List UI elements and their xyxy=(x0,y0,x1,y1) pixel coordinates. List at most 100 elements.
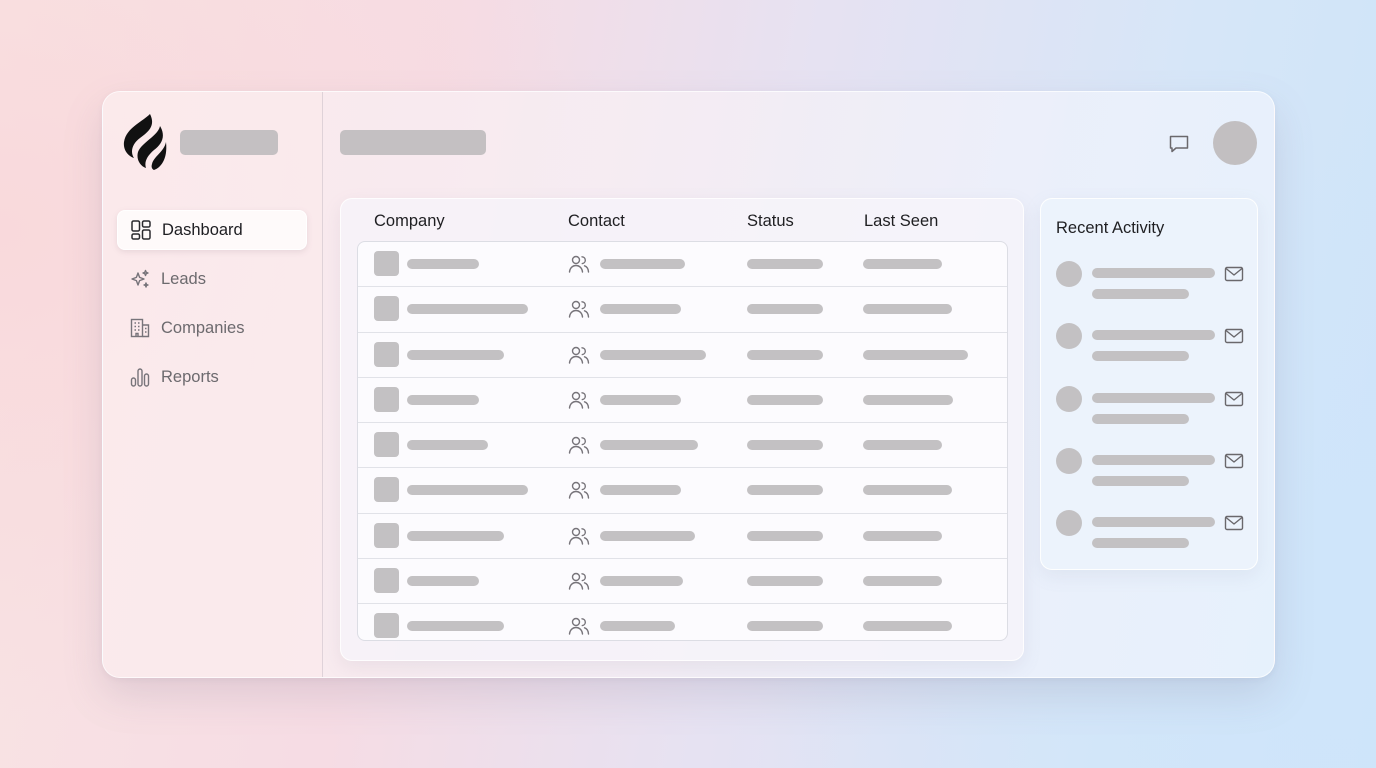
contact-name-placeholder xyxy=(600,349,706,360)
sidebar-item-dashboard[interactable]: Dashboard xyxy=(117,210,307,250)
recent-activity-title: Recent Activity xyxy=(1056,219,1165,237)
people-icon xyxy=(568,346,590,364)
activity-avatar xyxy=(1056,323,1082,350)
table-row[interactable] xyxy=(358,604,1007,640)
people-icon xyxy=(568,255,590,273)
last-seen-placeholder xyxy=(863,349,968,360)
status-placeholder xyxy=(747,304,823,315)
app-window: Dashboard Leads Companies Reports Compan… xyxy=(102,91,1275,678)
mail-icon[interactable] xyxy=(1223,450,1245,472)
company-name-placeholder xyxy=(407,259,479,269)
activity-title-placeholder xyxy=(1092,454,1215,465)
company-logo-placeholder xyxy=(374,568,399,594)
contact-name-placeholder xyxy=(600,530,695,541)
company-logo-placeholder xyxy=(374,251,399,276)
status-placeholder xyxy=(747,621,823,632)
activity-title-placeholder xyxy=(1092,330,1215,341)
company-logo-placeholder xyxy=(374,296,399,322)
people-icon xyxy=(568,572,590,590)
last-seen-placeholder xyxy=(863,304,952,315)
chat-button[interactable] xyxy=(1165,130,1193,158)
activity-title-placeholder xyxy=(1092,517,1215,528)
sidebar-item-label: Reports xyxy=(161,367,219,386)
activity-item[interactable] xyxy=(1041,385,1257,436)
table-body xyxy=(357,241,1008,641)
mail-icon[interactable] xyxy=(1223,512,1245,534)
flame-logo-icon xyxy=(123,114,167,170)
table-row[interactable] xyxy=(358,378,1007,424)
people-icon xyxy=(568,482,590,500)
column-header-company[interactable]: Company xyxy=(374,212,445,231)
company-logo-placeholder xyxy=(374,432,399,458)
activity-subtitle-placeholder xyxy=(1092,475,1189,486)
status-placeholder xyxy=(747,349,823,360)
company-name-placeholder xyxy=(407,304,528,315)
column-header-status[interactable]: Status xyxy=(747,212,794,231)
last-seen-placeholder xyxy=(863,259,942,269)
activity-item[interactable] xyxy=(1041,510,1257,560)
company-logo-placeholder xyxy=(374,613,399,639)
contact-name-placeholder xyxy=(600,440,698,451)
status-placeholder xyxy=(747,576,823,587)
sparkle-icon xyxy=(129,268,151,290)
page-title-placeholder xyxy=(340,130,486,155)
company-name-placeholder xyxy=(407,394,479,405)
company-name-placeholder xyxy=(407,621,504,632)
mail-icon[interactable] xyxy=(1223,263,1245,285)
people-icon xyxy=(568,527,590,545)
people-icon xyxy=(568,618,590,636)
chat-bubble-icon xyxy=(1169,135,1189,153)
dashboard-grid-icon xyxy=(130,219,152,241)
table-row[interactable] xyxy=(358,514,1007,560)
company-name-placeholder xyxy=(407,530,504,541)
activity-avatar xyxy=(1056,447,1082,474)
last-seen-placeholder xyxy=(863,530,942,541)
activity-subtitle-placeholder xyxy=(1092,413,1189,424)
activity-item[interactable] xyxy=(1041,261,1257,311)
people-icon xyxy=(568,436,590,454)
mail-icon[interactable] xyxy=(1223,388,1245,410)
activity-subtitle-placeholder xyxy=(1092,538,1189,549)
activity-subtitle-placeholder xyxy=(1092,289,1189,299)
company-logo-placeholder xyxy=(374,477,399,503)
sidebar: Dashboard Leads Companies Reports xyxy=(103,92,323,677)
activity-item[interactable] xyxy=(1041,447,1257,498)
leads-table-card: Company Contact Status Last Seen xyxy=(340,198,1024,661)
column-header-last-seen[interactable]: Last Seen xyxy=(864,212,938,231)
status-placeholder xyxy=(747,440,823,451)
table-header: Company Contact Status Last Seen xyxy=(341,199,1023,241)
sidebar-item-leads[interactable]: Leads xyxy=(117,259,307,299)
table-row[interactable] xyxy=(358,287,1007,333)
avatar[interactable] xyxy=(1213,121,1257,165)
table-row[interactable] xyxy=(358,423,1007,469)
sidebar-nav: Dashboard Leads Companies Reports xyxy=(117,210,307,406)
contact-name-placeholder xyxy=(600,576,683,587)
company-name-placeholder xyxy=(407,349,504,360)
table-row[interactable] xyxy=(358,242,1007,288)
mail-icon[interactable] xyxy=(1223,325,1245,347)
table-row[interactable] xyxy=(358,333,1007,378)
contact-name-placeholder xyxy=(600,304,681,315)
sidebar-item-reports[interactable]: Reports xyxy=(117,357,307,397)
table-row[interactable] xyxy=(358,559,1007,605)
company-name-placeholder xyxy=(407,440,488,451)
company-name-placeholder xyxy=(407,576,479,587)
status-placeholder xyxy=(747,259,823,269)
status-placeholder xyxy=(747,530,823,541)
activity-item[interactable] xyxy=(1041,323,1257,373)
column-header-contact[interactable]: Contact xyxy=(568,212,625,231)
status-placeholder xyxy=(747,394,823,405)
last-seen-placeholder xyxy=(863,394,953,405)
people-icon xyxy=(568,391,590,409)
sidebar-item-label: Companies xyxy=(161,318,245,337)
company-logo-placeholder xyxy=(374,341,399,367)
sidebar-item-label: Dashboard xyxy=(162,220,243,239)
contact-name-placeholder xyxy=(600,621,675,632)
last-seen-placeholder xyxy=(863,621,952,632)
people-icon xyxy=(568,301,590,318)
table-row[interactable] xyxy=(358,468,1007,514)
status-placeholder xyxy=(747,485,823,496)
activity-subtitle-placeholder xyxy=(1092,351,1189,362)
sidebar-item-companies[interactable]: Companies xyxy=(117,308,307,348)
activity-avatar xyxy=(1056,261,1082,287)
